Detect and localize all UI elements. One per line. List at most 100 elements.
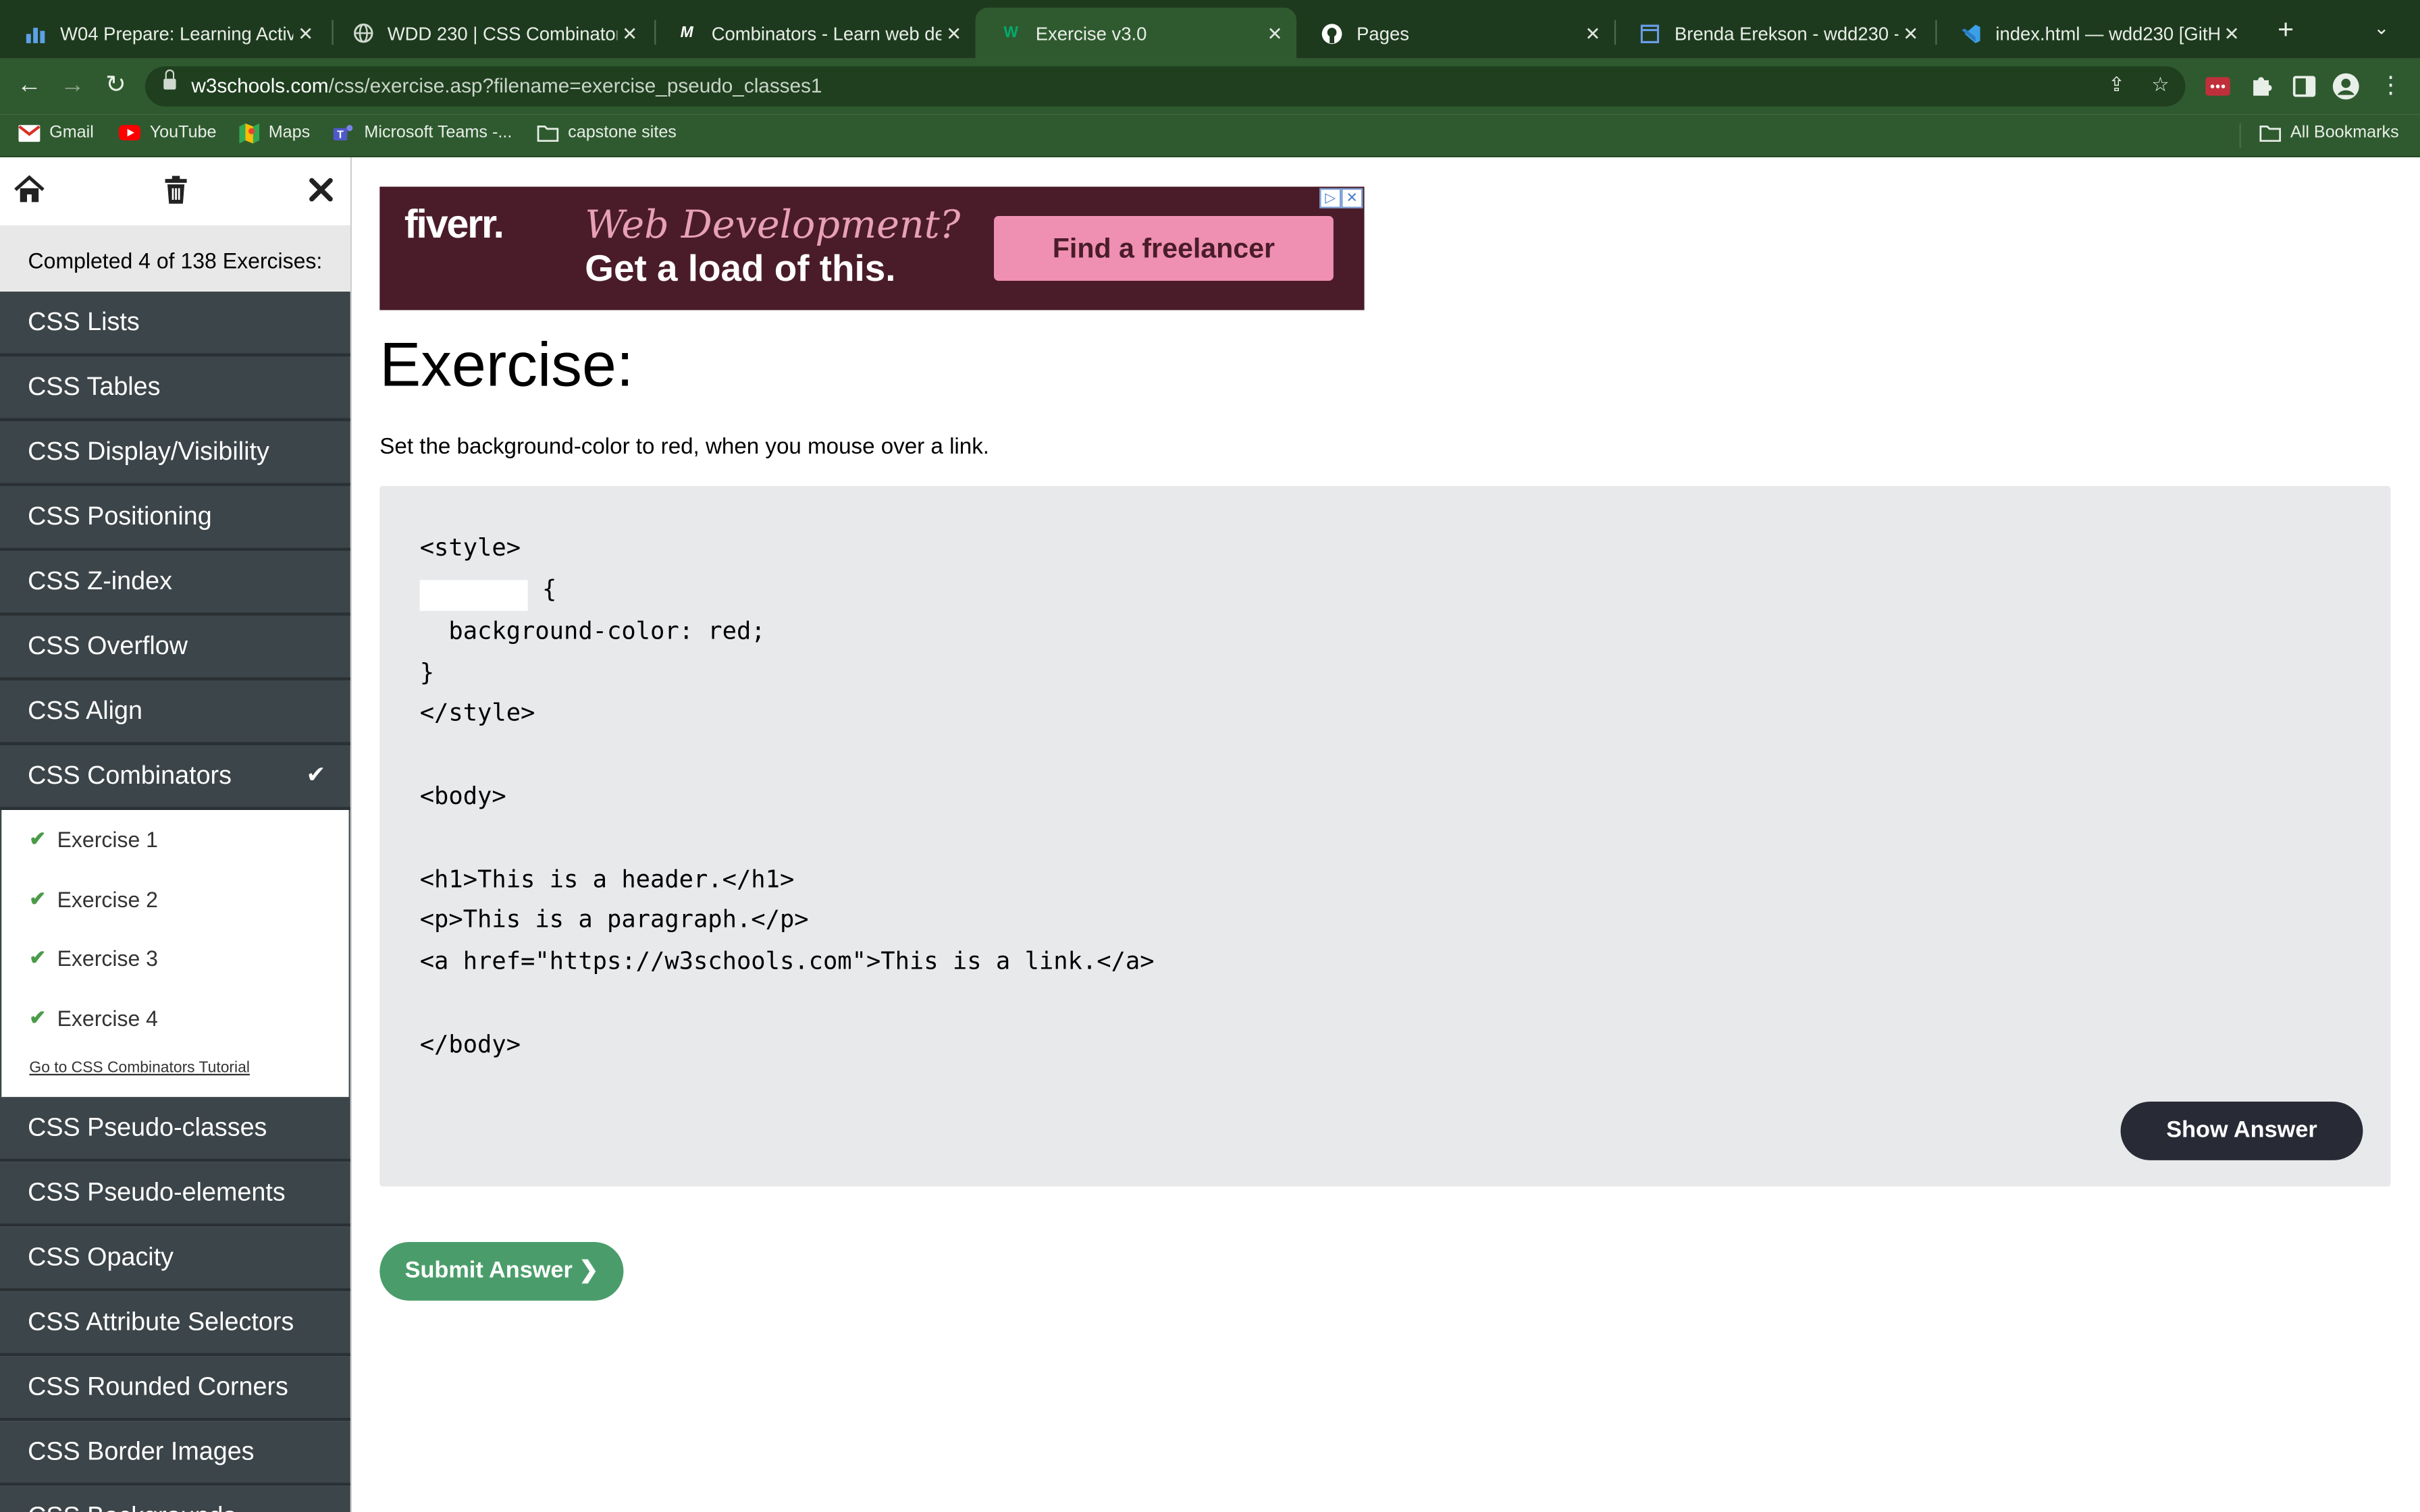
chapter-css-pseudo-elements[interactable]: CSS Pseudo-elements [0, 1162, 350, 1227]
bookmark-teams[interactable]: T Microsoft Teams -... [333, 123, 512, 142]
new-tab-plus-icon[interactable]: + [2269, 14, 2303, 47]
checkmark-icon: ✔ [306, 762, 326, 788]
close-sidebar-icon[interactable] [304, 173, 338, 207]
url-path: /css/exercise.asp?filename=exercise_pseu… [328, 74, 822, 97]
chapter-css-border-images[interactable]: CSS Border Images [0, 1421, 350, 1486]
exercise-label: Exercise 3 [57, 946, 158, 971]
close-icon[interactable]: ✕ [617, 22, 642, 44]
tab-title: Combinators - Learn web dev [711, 22, 942, 45]
code-line: { [419, 569, 1155, 611]
code-line: } [419, 658, 435, 686]
close-icon[interactable]: ✕ [1263, 22, 1288, 44]
home-icon[interactable] [12, 173, 46, 207]
fiverr-ad-banner[interactable]: fiverr. Web Development? Get a load of t… [379, 186, 1365, 310]
fiverr-logo: fiverr. [404, 200, 504, 247]
exercise-label: Exercise 2 [57, 886, 158, 912]
url-host: w3schools.com [191, 74, 329, 97]
tab-wdd230-combinators[interactable]: WDD 230 | CSS Combinators ✕ [327, 7, 652, 58]
chapter-css-positioning[interactable]: CSS Positioning [0, 485, 350, 551]
bookmark-gmail[interactable]: Gmail [18, 123, 94, 142]
tab-vscode-index[interactable]: index.html — wdd230 [GitHub ✕ [1935, 7, 2253, 58]
bookmark-maps[interactable]: Maps [238, 122, 310, 143]
submit-answer-button[interactable]: Submit Answer ❯ [379, 1241, 624, 1301]
code-line: </style> [419, 699, 535, 728]
tab-brenda-erekson[interactable]: Brenda Erekson - wdd230 - W ✕ [1614, 7, 1932, 58]
profile-avatar-icon[interactable] [2332, 72, 2360, 100]
tab-github-pages[interactable]: Pages ✕ [1296, 7, 1614, 58]
ad-choices[interactable]: ▷ ✕ [1319, 188, 1363, 209]
bookmark-label: Gmail [49, 123, 94, 142]
chapter-css-tables[interactable]: CSS Tables [0, 356, 350, 421]
exercise-item-2[interactable]: ✔ Exercise 2 [1, 869, 348, 929]
bookmarks-separator [2239, 123, 2241, 148]
exercise-item-4[interactable]: ✔ Exercise 4 [1, 988, 348, 1048]
tab-w04-prepare[interactable]: W04 Prepare: Learning Activiti ✕ [0, 7, 327, 58]
code-line: <p>This is a paragraph.</p> [419, 906, 809, 934]
code-editor: <style> { background-color: red;} </style… [379, 485, 2391, 1187]
exercise-progress-text: Completed 4 of 138 Exercises: [0, 225, 350, 292]
side-panel-icon[interactable] [2290, 72, 2318, 100]
chapter-css-align[interactable]: CSS Align [0, 680, 350, 745]
url-text[interactable]: w3schools.com/css/exercise.asp?filename=… [191, 74, 822, 97]
star-icon[interactable]: ☆ [2151, 72, 2169, 97]
code-line: <style> [419, 533, 521, 562]
address-bar[interactable]: w3schools.com/css/exercise.asp?filename=… [144, 66, 2186, 107]
tab-title: Brenda Erekson - wdd230 - W [1674, 22, 1899, 45]
chapter-css-overflow[interactable]: CSS Overflow [0, 615, 350, 680]
tab-mdn-combinators[interactable]: M Combinators - Learn web dev ✕ [652, 7, 976, 58]
youtube-icon [118, 124, 140, 142]
ad-cta-button[interactable]: Find a freelancer [993, 215, 1334, 281]
close-icon[interactable]: ✕ [2219, 22, 2244, 44]
trash-icon[interactable] [159, 173, 192, 207]
bookmark-youtube[interactable]: YouTube [118, 123, 217, 142]
forward-arrow-icon[interactable]: → [55, 70, 89, 103]
chapter-css-attribute-selectors[interactable]: CSS Attribute Selectors [0, 1291, 350, 1357]
tab-search-chevron-icon[interactable]: ⌄ [2373, 17, 2389, 38]
chapter-css-opacity[interactable]: CSS Opacity [0, 1226, 350, 1292]
chapter-css-lists[interactable]: CSS Lists [0, 291, 350, 356]
bookmarks-bar: Gmail YouTube Maps T Microsoft Teams -..… [0, 114, 2420, 158]
tab-title: index.html — wdd230 [GitHub [1995, 22, 2219, 45]
browser-tab-strip: W04 Prepare: Learning Activiti ✕ WDD 230… [0, 0, 2420, 59]
adchoices-icon[interactable]: ▷ [1319, 188, 1342, 209]
chapter-css-combinators[interactable]: CSS Combinators ✔ [0, 745, 350, 810]
lock-icon [163, 69, 176, 90]
share-icon[interactable]: ⇪ [2108, 72, 2125, 97]
bookmark-label: Microsoft Teams -... [364, 123, 512, 142]
answer-input[interactable] [419, 579, 528, 611]
exercise-label: Exercise 4 [57, 1005, 158, 1031]
ad-close-icon[interactable]: ✕ [1341, 188, 1363, 209]
chapter-css-backgrounds[interactable]: CSS Backgrounds [0, 1486, 350, 1512]
chapter-css-pseudo-classes[interactable]: CSS Pseudo-classes [0, 1097, 350, 1162]
close-icon[interactable]: ✕ [1898, 22, 1923, 44]
chapter-css-z-index[interactable]: CSS Z-index [0, 550, 350, 616]
bookmark-label: YouTube [149, 123, 217, 142]
chapter-css-rounded-corners[interactable]: CSS Rounded Corners [0, 1356, 350, 1422]
bookmark-capstone-sites[interactable]: capstone sites [537, 124, 677, 142]
show-answer-button[interactable]: Show Answer [2120, 1101, 2363, 1160]
exercise-sidebar: Completed 4 of 138 Exercises: CSS Lists … [0, 157, 352, 1512]
exercise-item-1[interactable]: ✔ Exercise 1 [1, 810, 348, 869]
close-icon[interactable]: ✕ [941, 22, 966, 44]
chapter-css-display-visibility[interactable]: CSS Display/Visibility [0, 421, 350, 486]
back-arrow-icon[interactable]: ← [12, 70, 46, 103]
calendar-icon [1639, 22, 1660, 44]
tab-exercise-v3[interactable]: W Exercise v3.0 ✕ [975, 7, 1296, 59]
reload-icon[interactable]: ↻ [99, 70, 132, 103]
bookmark-all-bookmarks[interactable]: All Bookmarks [2259, 123, 2399, 142]
folder-icon [2259, 124, 2282, 142]
kebab-menu-icon[interactable]: ⋮ [2377, 72, 2404, 100]
extension-password-icon[interactable] [2204, 72, 2232, 100]
ad-headline: Web Development? [585, 202, 961, 247]
close-icon[interactable]: ✕ [293, 22, 318, 44]
exercise-title: Exercise: [379, 331, 634, 400]
close-icon[interactable]: ✕ [1581, 22, 1606, 44]
checkmark-icon: ✔ [29, 886, 47, 910]
puzzle-extensions-icon[interactable] [2247, 72, 2275, 100]
tutorial-link[interactable]: Go to CSS Combinators Tutorial [1, 1048, 348, 1097]
code-line: <h1>This is a header.</h1> [419, 865, 795, 893]
exercise-item-3[interactable]: ✔ Exercise 3 [1, 929, 348, 988]
bookmark-label: All Bookmarks [2290, 123, 2399, 142]
